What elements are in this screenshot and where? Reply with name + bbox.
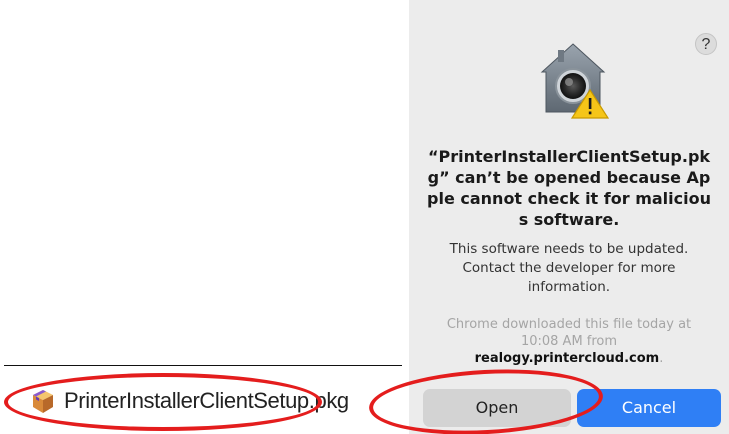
note-text: Chrome downloaded this file today at 10:… — [446, 317, 692, 349]
download-file-name: PrinterInstallerClientSetup.pkg — [64, 388, 349, 413]
note-suffix: . — [659, 351, 664, 366]
download-item[interactable]: PrinterInstallerClientSetup.pkg — [14, 380, 349, 422]
note-domain: realogy.printercloud.com — [474, 351, 660, 366]
dialog-title: “PrinterInstallerClientSetup.pkg” can’t … — [427, 147, 711, 229]
screenshot: PrinterInstallerClientSetup.pkg ? “Print… — [0, 0, 729, 434]
cancel-button[interactable]: Cancel — [577, 389, 721, 427]
shelf-divider — [4, 365, 402, 366]
help-button[interactable]: ? — [695, 33, 717, 55]
open-button[interactable]: Open — [423, 389, 571, 427]
package-icon — [33, 390, 53, 413]
gatekeeper-warning-icon — [540, 43, 610, 119]
security-alert-dialog: ? “PrinterInstallerClientSetup.pkg” can’… — [409, 0, 729, 434]
dialog-message: This software needs to be updated. Conta… — [449, 241, 689, 295]
download-source-note: Chrome downloaded this file today at 10:… — [429, 316, 709, 367]
